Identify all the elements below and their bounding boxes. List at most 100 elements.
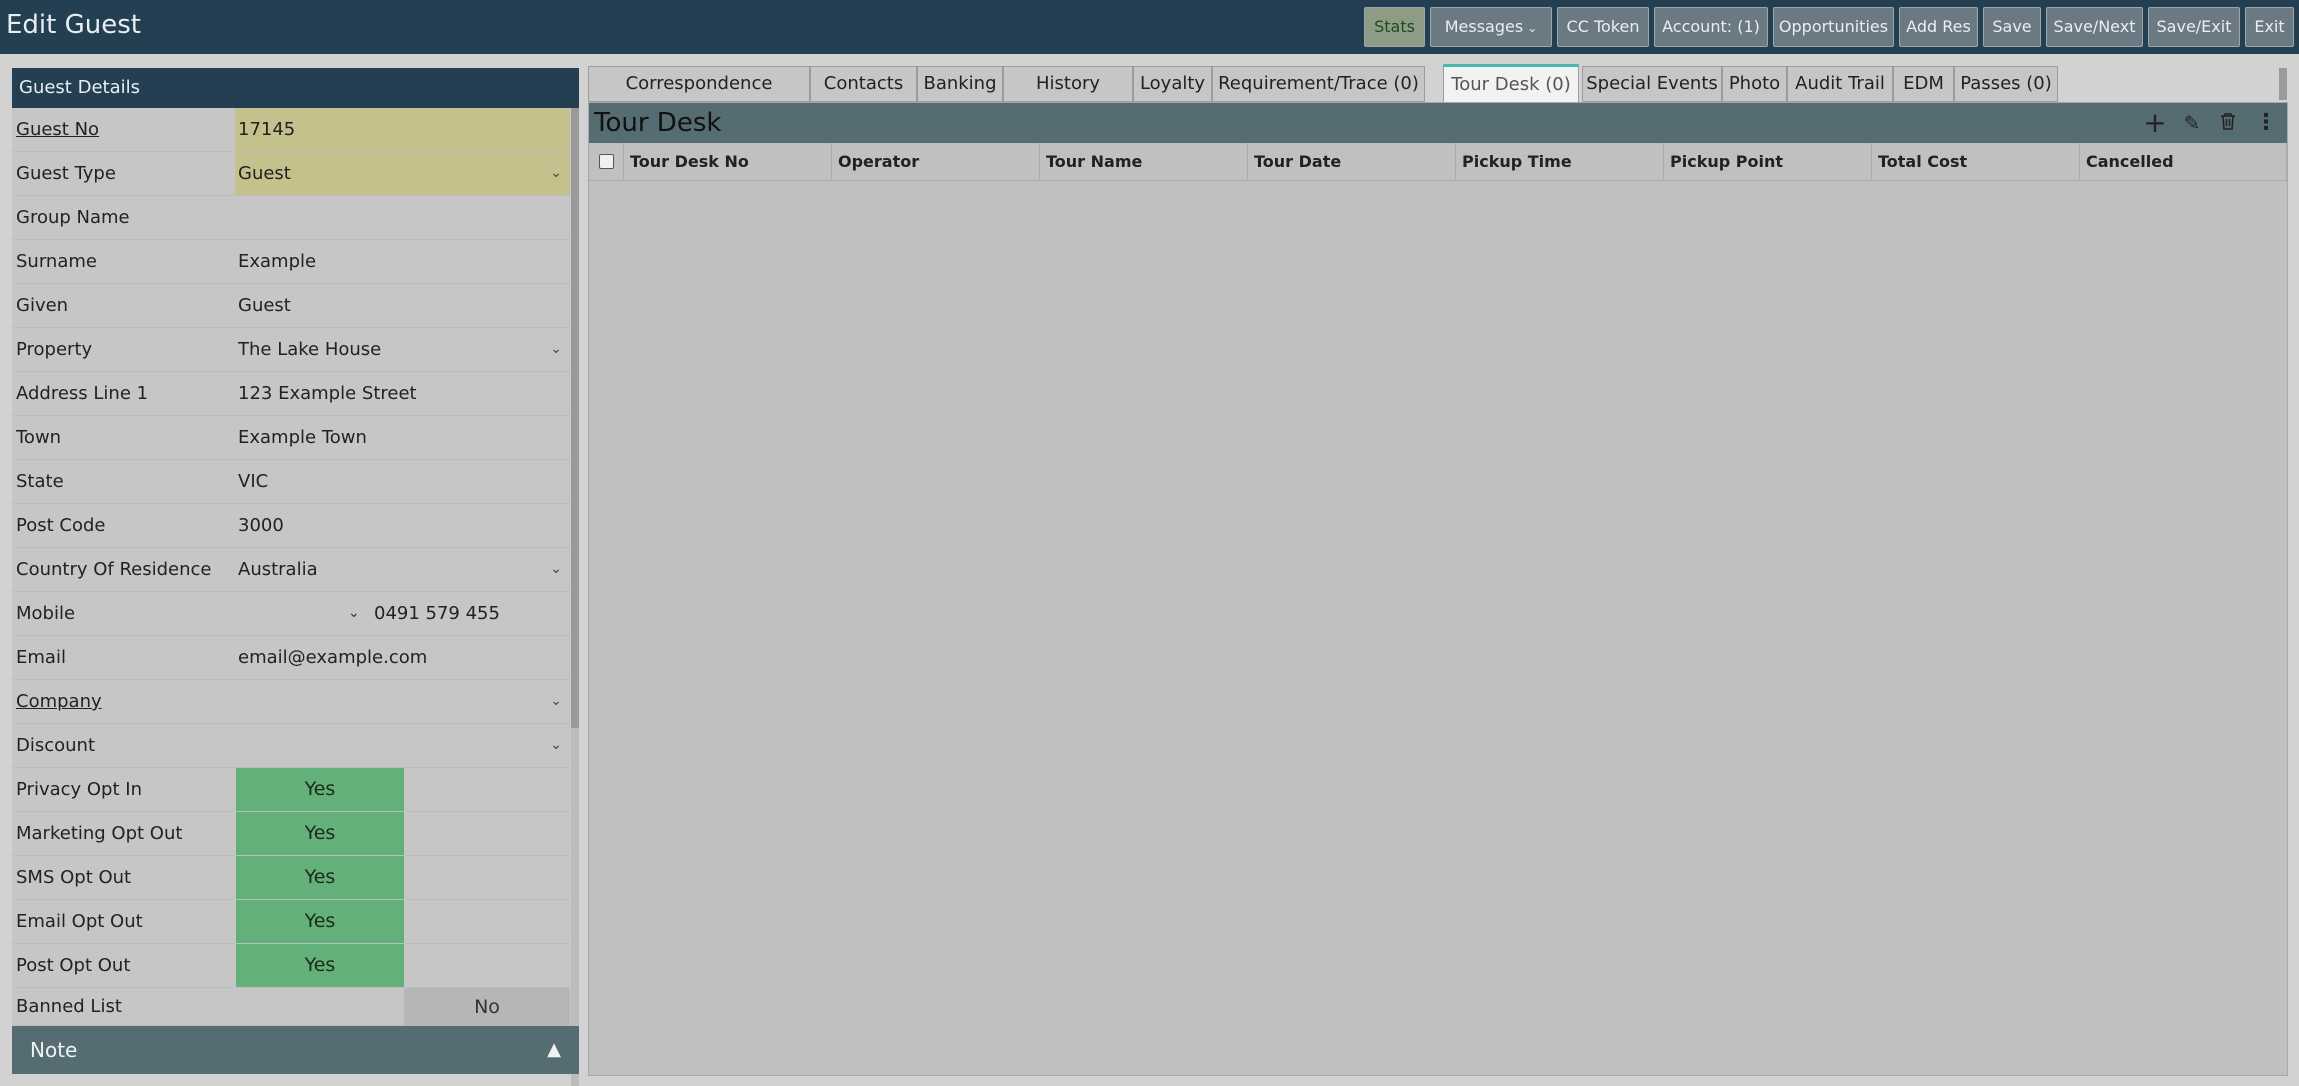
- chevron-down-icon: ⌄: [550, 737, 562, 753]
- state-row: State VIC: [12, 460, 570, 504]
- column-pickup-point[interactable]: Pickup Point: [1664, 143, 1872, 180]
- tab-history[interactable]: History (6810): [1003, 66, 1133, 128]
- tab-special-events[interactable]: Special Events: [1582, 66, 1722, 102]
- property-select[interactable]: The Lake House ⌄: [235, 328, 570, 371]
- surname-field[interactable]: Example: [235, 240, 570, 283]
- discount-select[interactable]: ⌄: [235, 724, 570, 767]
- chevron-down-icon: ⌄: [1527, 21, 1538, 35]
- group-name-row: Group Name: [12, 196, 570, 240]
- column-pickup-time[interactable]: Pickup Time: [1456, 143, 1664, 180]
- tab-contacts[interactable]: Contacts (0): [810, 66, 917, 128]
- company-select[interactable]: ⌄: [235, 680, 570, 723]
- chevron-down-icon: ⌄: [550, 693, 562, 709]
- discount-label: Discount: [16, 735, 96, 756]
- tab-edm[interactable]: EDM: [1893, 66, 1954, 102]
- column-tour-date[interactable]: Tour Date: [1248, 143, 1456, 180]
- select-all-checkbox[interactable]: [599, 154, 614, 169]
- email-row: Email email@example.com: [12, 636, 570, 680]
- address-line-1-row: Address Line 1 123 Example Street: [12, 372, 570, 416]
- banned-list-row: Banned List No: [12, 988, 570, 1026]
- given-field[interactable]: Guest: [235, 284, 570, 327]
- surname-label: Surname: [16, 251, 97, 272]
- guest-no-label[interactable]: Guest No: [16, 108, 99, 151]
- town-field[interactable]: Example Town: [235, 416, 570, 459]
- privacy-opt-in-label: Privacy Opt In: [16, 779, 142, 800]
- column-total-cost[interactable]: Total Cost: [1872, 143, 2080, 180]
- marketing-opt-out-toggle[interactable]: Yes: [236, 812, 404, 855]
- top-bar: Edit Guest Stats Messages ⌄ CC Token Acco…: [0, 0, 2299, 54]
- tab-passes[interactable]: Passes (0): [1954, 66, 2058, 102]
- country-code-chevron-icon[interactable]: ⌄: [348, 592, 360, 635]
- given-row: Given Guest: [12, 284, 570, 328]
- save-button[interactable]: Save: [1983, 7, 2041, 47]
- tab-photo[interactable]: Photo: [1722, 66, 1787, 102]
- tab-banking[interactable]: Banking: [917, 66, 1003, 102]
- save-exit-button[interactable]: Save/Exit: [2148, 7, 2240, 47]
- email-opt-out-label: Email Opt Out: [16, 911, 143, 932]
- note-label: Note: [30, 1038, 78, 1062]
- cc-token-button[interactable]: CC Token: [1557, 7, 1649, 47]
- column-tour-desk-no[interactable]: Tour Desk No: [624, 143, 832, 180]
- add-res-button[interactable]: Add Res: [1899, 7, 1978, 47]
- guest-no-field[interactable]: 17145: [235, 108, 570, 151]
- right-scrollbar-thumb[interactable]: [2279, 68, 2287, 100]
- tab-loyalty[interactable]: Loyalty: [1133, 66, 1212, 102]
- tour-desk-title: Tour Desk: [594, 108, 722, 138]
- group-name-field[interactable]: [235, 196, 570, 239]
- guest-details-panel: Guest Details Guest No 17145 Guest Type …: [12, 68, 579, 1086]
- post-opt-out-label: Post Opt Out: [16, 955, 131, 976]
- address-line-1-field[interactable]: 123 Example Street: [235, 372, 570, 415]
- post-opt-out-toggle[interactable]: Yes: [236, 944, 404, 987]
- tab-tour-desk[interactable]: Tour Desk (0): [1443, 64, 1579, 104]
- add-icon[interactable]: +: [2143, 109, 2167, 137]
- stats-button[interactable]: Stats: [1364, 7, 1425, 47]
- select-all-column: [589, 143, 624, 180]
- property-label: Property: [16, 339, 93, 360]
- email-opt-out-toggle[interactable]: Yes: [236, 900, 404, 943]
- opportunities-button[interactable]: Opportunities: [1773, 7, 1894, 47]
- banned-list-toggle[interactable]: No: [404, 988, 570, 1026]
- guest-type-row: Guest Type Guest ⌄: [12, 152, 570, 196]
- page-title: Edit Guest: [6, 10, 141, 40]
- sms-opt-out-label: SMS Opt Out: [16, 867, 132, 888]
- country-row: Country Of Residence Australia ⌄: [12, 548, 570, 592]
- email-field[interactable]: email@example.com: [235, 636, 570, 679]
- account-button[interactable]: Account: (1): [1654, 7, 1768, 47]
- chevron-up-icon[interactable]: ▲: [547, 1026, 561, 1074]
- mobile-field[interactable]: 0491 579 455: [374, 592, 500, 635]
- save-next-button[interactable]: Save/Next: [2046, 7, 2143, 47]
- left-scrollbar-thumb[interactable]: [571, 108, 579, 728]
- marketing-opt-out-row: Marketing Opt Out Yes: [12, 812, 570, 856]
- banned-list-label: Banned List: [16, 996, 122, 1017]
- delete-icon[interactable]: [2216, 111, 2240, 135]
- column-cancelled[interactable]: Cancelled: [2080, 143, 2287, 180]
- column-tour-name[interactable]: Tour Name: [1040, 143, 1248, 180]
- column-operator[interactable]: Operator: [832, 143, 1040, 180]
- tab-requirement-trace[interactable]: Requirement/Trace (0): [1212, 66, 1425, 102]
- tab-correspondence[interactable]: Correspondence (42662): [588, 66, 810, 128]
- mobile-label: Mobile: [16, 603, 76, 624]
- privacy-opt-in-toggle[interactable]: Yes: [236, 768, 404, 811]
- guest-type-label: Guest Type: [16, 163, 116, 184]
- guest-no-row: Guest No 17145: [12, 108, 570, 152]
- exit-button[interactable]: Exit: [2245, 7, 2294, 47]
- tour-desk-panel: Tour Desk + ✎ ⋮ Tour Desk No Operator To…: [588, 102, 2288, 1076]
- sms-opt-out-toggle[interactable]: Yes: [236, 856, 404, 899]
- discount-row: Discount ⌄: [12, 724, 570, 768]
- edit-icon[interactable]: ✎: [2180, 111, 2204, 135]
- company-label[interactable]: Company: [16, 680, 102, 723]
- state-field[interactable]: VIC: [235, 460, 570, 503]
- tab-audit-trail[interactable]: Audit Trail: [1787, 66, 1893, 102]
- town-label: Town: [16, 427, 62, 448]
- group-name-label: Group Name: [16, 207, 130, 228]
- post-code-field[interactable]: 3000: [235, 504, 570, 547]
- chevron-down-icon: ⌄: [550, 561, 562, 577]
- messages-button-label: Messages: [1444, 17, 1524, 36]
- note-section-header[interactable]: Note ▲: [12, 1026, 579, 1074]
- privacy-opt-in-row: Privacy Opt In Yes: [12, 768, 570, 812]
- property-row: Property The Lake House ⌄: [12, 328, 570, 372]
- more-options-icon[interactable]: ⋮: [2254, 111, 2278, 135]
- messages-button[interactable]: Messages ⌄: [1430, 7, 1552, 47]
- country-select[interactable]: Australia ⌄: [235, 548, 570, 591]
- guest-type-select[interactable]: Guest ⌄: [235, 152, 570, 195]
